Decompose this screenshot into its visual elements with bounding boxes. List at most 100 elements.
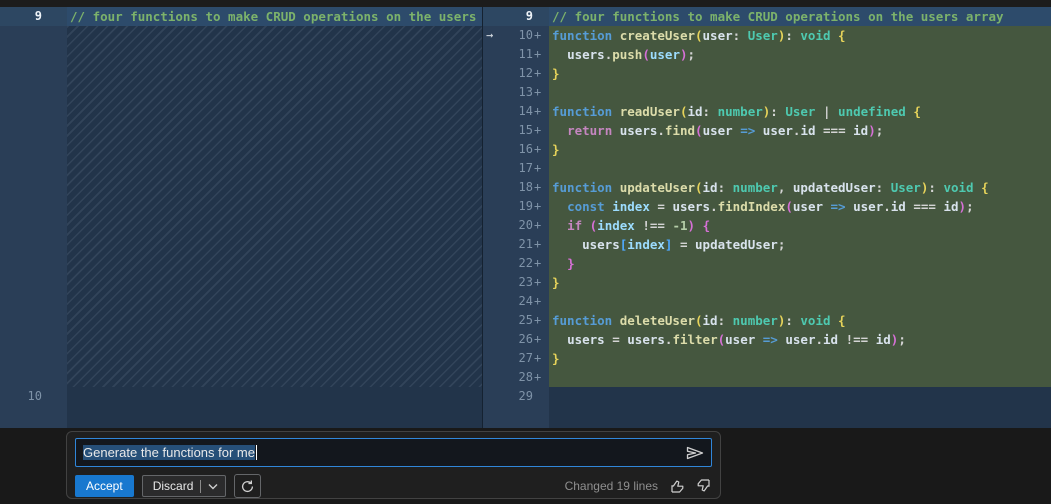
line-number: 12: [502, 64, 533, 83]
code-line[interactable]: 10: [0, 387, 482, 406]
added-plus-marker: +: [533, 140, 549, 159]
line-number: 27: [502, 349, 533, 368]
window-top-strip: [0, 0, 1051, 7]
code-text[interactable]: [549, 387, 1051, 406]
code-text[interactable]: [67, 387, 482, 406]
inline-chat-panel: Generate the functions for me Accept Dis…: [0, 428, 1051, 504]
code-text[interactable]: users[index] = updatedUser;: [549, 235, 1051, 254]
code-text[interactable]: function deleteUser(id: number): void {: [549, 311, 1051, 330]
code-text[interactable]: // four functions to make CRUD operation…: [67, 7, 482, 26]
code-text[interactable]: users = users.filter(user => user.id !==…: [549, 330, 1051, 349]
code-text[interactable]: const index = users.findIndex(user => us…: [549, 197, 1051, 216]
accept-button-label: Accept: [86, 479, 123, 493]
code-text[interactable]: function createUser(user: User): void {: [549, 26, 1051, 45]
arrow-slot: [483, 254, 502, 273]
accept-button[interactable]: Accept: [75, 475, 134, 497]
chat-input[interactable]: Generate the functions for me: [75, 438, 712, 467]
code-text[interactable]: }: [549, 140, 1051, 159]
gutter-cell: 11+: [483, 45, 549, 64]
gutter-cell: 17+: [483, 159, 549, 178]
code-line[interactable]: 15+ return users.find(user => user.id ==…: [483, 121, 1051, 140]
code-text[interactable]: [549, 292, 1051, 311]
arrow-slot: [483, 159, 502, 178]
added-plus-marker: +: [533, 349, 549, 368]
code-line[interactable]: 27+}: [483, 349, 1051, 368]
code-text[interactable]: }: [549, 254, 1051, 273]
code-line[interactable]: 17+: [483, 159, 1051, 178]
line-number: 20: [502, 216, 533, 235]
code-text[interactable]: }: [549, 273, 1051, 292]
arrow-slot: [483, 216, 502, 235]
line-number: 26: [502, 330, 533, 349]
arrow-slot: [483, 102, 502, 121]
code-text[interactable]: }: [549, 349, 1051, 368]
code-text[interactable]: function updateUser(id: number, updatedU…: [549, 178, 1051, 197]
code-text[interactable]: [549, 368, 1051, 387]
code-line[interactable]: 24+: [483, 292, 1051, 311]
added-plus-marker: +: [533, 197, 549, 216]
code-line[interactable]: 22+ }: [483, 254, 1051, 273]
code-text[interactable]: return users.find(user => user.id === id…: [549, 121, 1051, 140]
code-line[interactable]: 16+}: [483, 140, 1051, 159]
thumbs-up-button[interactable]: [669, 478, 685, 494]
code-text[interactable]: users.push(user);: [549, 45, 1051, 64]
send-button[interactable]: [685, 444, 705, 462]
code-line[interactable]: →10+function createUser(user: User): voi…: [483, 26, 1051, 45]
code-text[interactable]: [67, 26, 482, 387]
added-plus-marker: +: [533, 159, 549, 178]
chevron-down-icon[interactable]: [208, 483, 218, 490]
code-line[interactable]: 20+ if (index !== -1) {: [483, 216, 1051, 235]
code-line[interactable]: 28+: [483, 368, 1051, 387]
added-plus-marker: +: [533, 216, 549, 235]
arrow-slot: [483, 349, 502, 368]
code-line[interactable]: 12+}: [483, 64, 1051, 83]
line-number: 10: [0, 387, 42, 406]
thumbs-down-button[interactable]: [696, 478, 712, 494]
code-line[interactable]: 13+: [483, 83, 1051, 102]
gutter-cell: 22+: [483, 254, 549, 273]
discard-split-button[interactable]: Discard: [142, 475, 227, 497]
added-plus-marker: +: [533, 273, 549, 292]
diff-left-pane[interactable]: 9 // four functions to make CRUD operatio…: [0, 7, 483, 428]
code-line[interactable]: 21+ users[index] = updatedUser;: [483, 235, 1051, 254]
gutter-cell: 18+: [483, 178, 549, 197]
arrow-slot: [483, 140, 502, 159]
diff-empty-region[interactable]: [0, 26, 482, 387]
code-text[interactable]: function readUser(id: number): User | un…: [549, 102, 1051, 121]
code-line[interactable]: 9 // four functions to make CRUD operatio…: [0, 7, 482, 26]
gutter-cell: 10: [0, 387, 67, 406]
code-line[interactable]: 23+}: [483, 273, 1051, 292]
added-plus-marker: +: [533, 102, 549, 121]
line-number: 9: [0, 7, 42, 26]
code-text[interactable]: [549, 159, 1051, 178]
code-line[interactable]: 9// four functions to make CRUD operatio…: [483, 7, 1051, 26]
added-plus-marker: [533, 7, 549, 26]
added-plus-marker: +: [533, 45, 549, 64]
code-line[interactable]: 11+ users.push(user);: [483, 45, 1051, 64]
code-text[interactable]: // four functions to make CRUD operation…: [549, 7, 1051, 26]
added-plus-marker: [533, 387, 549, 406]
added-plus-marker: +: [533, 330, 549, 349]
gutter-cell: 16+: [483, 140, 549, 159]
code-line[interactable]: 14+function readUser(id: number): User |…: [483, 102, 1051, 121]
gutter-cell: 14+: [483, 102, 549, 121]
chat-input-value[interactable]: Generate the functions for me: [83, 445, 255, 460]
code-line[interactable]: 29: [483, 387, 1051, 406]
gutter-cell: 15+: [483, 121, 549, 140]
current-change-arrow-icon: →: [483, 26, 502, 45]
code-text[interactable]: [549, 83, 1051, 102]
code-line[interactable]: 25+function deleteUser(id: number): void…: [483, 311, 1051, 330]
line-number: 25: [502, 311, 533, 330]
code-line[interactable]: 18+function updateUser(id: number, updat…: [483, 178, 1051, 197]
diff-right-pane[interactable]: 9// four functions to make CRUD operatio…: [483, 7, 1051, 428]
code-text: [549, 406, 1051, 428]
line-number: 23: [502, 273, 533, 292]
code-line[interactable]: 26+ users = users.filter(user => user.id…: [483, 330, 1051, 349]
regenerate-button[interactable]: [234, 474, 261, 498]
gutter-cell: →10+: [483, 26, 549, 45]
code-text[interactable]: }: [549, 64, 1051, 83]
code-line[interactable]: 19+ const index = users.findIndex(user =…: [483, 197, 1051, 216]
code-text[interactable]: if (index !== -1) {: [549, 216, 1051, 235]
gutter-cell: [0, 406, 67, 428]
added-plus-marker: +: [533, 311, 549, 330]
